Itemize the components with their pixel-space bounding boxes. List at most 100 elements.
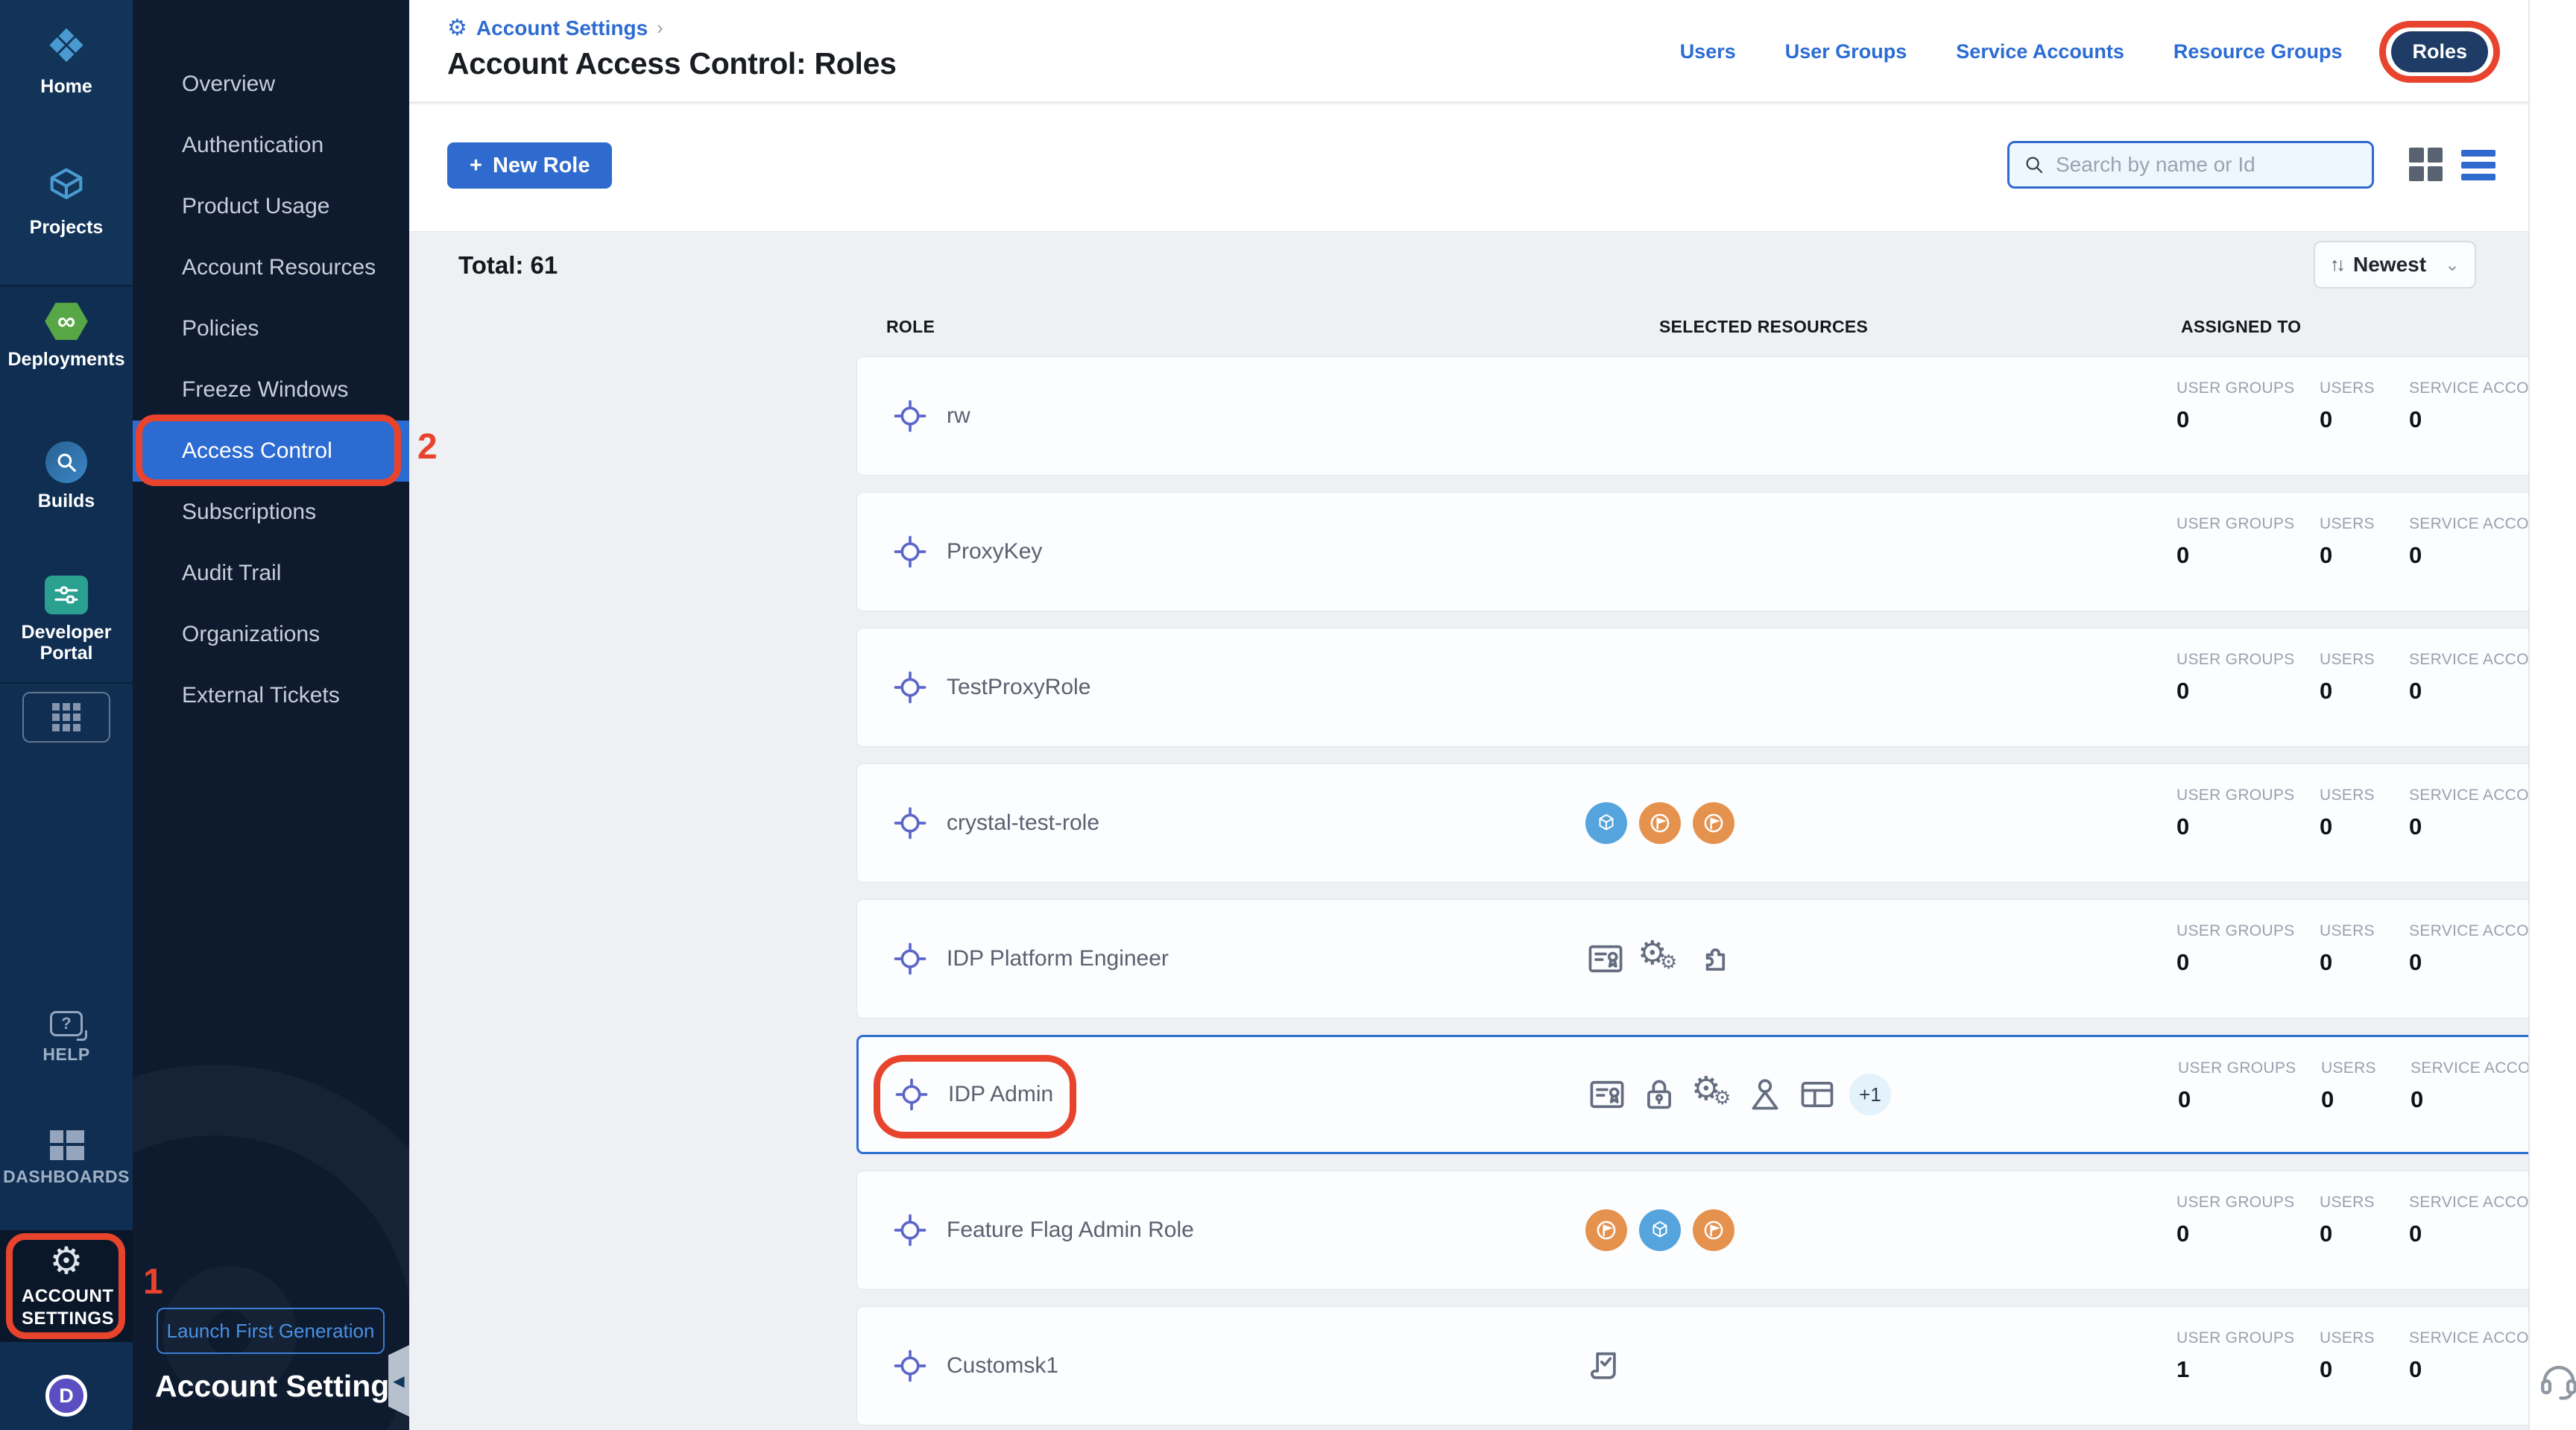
assigned-to-cell: USER GROUPS0USERS0SERVICE ACCOUNTS0 <box>2176 764 2576 882</box>
role-crosshair-icon <box>893 806 927 840</box>
role-cell[interactable]: IDP Admin <box>894 1037 1053 1152</box>
sidebar-item-account-resources[interactable]: Account Resources <box>133 237 409 298</box>
assigned-col-label: USER GROUPS <box>2176 787 2295 804</box>
layout-icon <box>1797 1074 1837 1115</box>
assigned-col-value: 0 <box>2176 949 2189 976</box>
role-cell[interactable]: IDP Platform Engineer <box>893 900 1169 1018</box>
role-row[interactable]: Customsk1USER GROUPS1USERS0SERVICE ACCOU… <box>856 1306 2576 1426</box>
tab-service-accounts[interactable]: Service Accounts <box>1956 40 2124 63</box>
assigned-col-value: 0 <box>2320 406 2332 433</box>
role-row[interactable]: TestProxyRoleUSER GROUPS0USERS0SERVICE A… <box>856 628 2576 747</box>
plus-icon: + <box>470 154 482 178</box>
nav-dashboards-label: DASHBOARDS <box>3 1166 130 1187</box>
role-name: Feature Flag Admin Role <box>947 1218 1194 1243</box>
role-cell[interactable]: Customsk1 <box>893 1307 1058 1425</box>
chevron-right-icon: › <box>657 16 663 40</box>
sidebar-item-audit-trail[interactable]: Audit Trail <box>133 543 409 604</box>
flag-badge-icon <box>1693 802 1734 844</box>
role-cell[interactable]: Feature Flag Admin Role <box>893 1171 1194 1289</box>
nav-home[interactable]: ❖ Home <box>0 25 133 97</box>
breadcrumb-label[interactable]: Account Settings <box>476 16 648 40</box>
cube-badge-icon <box>1639 1209 1681 1251</box>
right-gutter <box>2528 0 2576 1430</box>
module-grid-icon <box>52 703 80 731</box>
role-row[interactable]: IDP Platform Engineer⚙⚙USER GROUPS0USERS… <box>856 899 2576 1018</box>
sidebar-item-overview[interactable]: Overview <box>133 54 409 115</box>
support-headset-icon[interactable] <box>2537 1358 2576 1405</box>
sidebar-item-organizations[interactable]: Organizations <box>133 604 409 665</box>
roles-list: rwUSER GROUPS0USERS0SERVICE ACCOUNTS0⋮ Pr… <box>856 356 2576 1430</box>
tab-users[interactable]: Users <box>1680 40 1736 63</box>
sidebar-item-freeze-windows[interactable]: Freeze Windows <box>133 359 409 421</box>
assigned-to-cell: USER GROUPS0USERS0SERVICE ACCOUNTS0 <box>2176 493 2576 611</box>
role-row[interactable]: IDP Admin ⚙⚙ +1 USER GROUPS0USERS0SERVICE A… <box>856 1035 2576 1154</box>
nav-deployments[interactable]: ∞ Deployments <box>0 301 133 370</box>
assigned-col-value: 0 <box>2411 1086 2423 1113</box>
role-row[interactable]: Feature Flag Admin RoleUSER GROUPS0USERS… <box>856 1171 2576 1290</box>
column-header-selected-resources: SELECTED RESOURCES <box>1659 317 1868 337</box>
search-icon <box>2023 154 2045 176</box>
nav-dashboards[interactable]: DASHBOARDS <box>0 1130 133 1187</box>
nav-divider <box>0 682 133 684</box>
flag-badge-icon <box>1693 1209 1734 1251</box>
gear-icon: ⚙ <box>447 15 467 41</box>
role-row[interactable]: crystal-test-role USER GROUPS0USERS0SERVI… <box>856 763 2576 883</box>
sidebar-item-external-tickets[interactable]: External Tickets <box>133 665 409 726</box>
projects-icon <box>45 163 88 210</box>
tab-roles[interactable]: Roles <box>2391 31 2488 72</box>
assigned-col-value: 0 <box>2178 1086 2191 1113</box>
nav-developer-portal[interactable]: Developer Portal <box>0 576 133 664</box>
selected-resources-cell: ⚙⚙ +1 <box>1587 1037 1891 1152</box>
list-view-toggle[interactable] <box>2461 148 2496 182</box>
sort-dropdown[interactable]: ↑↓ Newest ⌄ <box>2314 241 2476 289</box>
grid-view-toggle[interactable] <box>2409 148 2443 182</box>
sidebar-item-subscriptions[interactable]: Subscriptions <box>133 482 409 543</box>
assigned-col-value: 0 <box>2320 1356 2332 1383</box>
certificate-icon <box>1585 939 1626 979</box>
role-cell[interactable]: crystal-test-role <box>893 764 1099 882</box>
column-header-assigned-to: ASSIGNED TO <box>2181 317 2301 337</box>
assigned-col-label: USER GROUPS <box>2176 1329 2295 1347</box>
tab-resource-groups[interactable]: Resource Groups <box>2174 40 2343 63</box>
sidebar-item-policies[interactable]: Policies <box>133 298 409 359</box>
assigned-col-value: 0 <box>2409 406 2422 433</box>
role-row[interactable]: rwUSER GROUPS0USERS0SERVICE ACCOUNTS0⋮ <box>856 356 2576 476</box>
role-cell[interactable]: ProxyKey <box>893 493 1042 611</box>
avatar[interactable]: D <box>45 1375 87 1417</box>
search-box[interactable] <box>2007 141 2374 189</box>
role-cell[interactable]: TestProxyRole <box>893 629 1090 746</box>
breadcrumb[interactable]: ⚙ Account Settings › <box>447 15 663 41</box>
nav-projects[interactable]: Projects <box>0 163 133 238</box>
nav-developer-portal-label: Developer Portal <box>10 622 122 664</box>
sidebar-item-authentication[interactable]: Authentication <box>133 115 409 176</box>
assigned-col-label: USERS <box>2320 1329 2375 1347</box>
nav-builds[interactable]: Builds <box>0 441 133 511</box>
flag-badge-icon <box>1585 1209 1627 1251</box>
overflow-count-badge: +1 <box>1849 1074 1891 1115</box>
role-row[interactable]: ProxyKey USER GROUPS0USERS0SERVICE ACCOUN… <box>856 492 2576 611</box>
total-count: Total: 61 <box>458 251 558 280</box>
tab-user-groups[interactable]: User Groups <box>1785 40 1907 63</box>
sort-label: Newest <box>2353 253 2434 277</box>
sidebar-item-access-control[interactable]: Access Control <box>133 421 409 482</box>
nav-account-settings[interactable]: ⚙ ACCOUNT SETTINGS <box>0 1230 133 1342</box>
module-grid-button[interactable] <box>22 692 110 743</box>
role-name: ProxyKey <box>947 539 1042 564</box>
settings-sidebar: OverviewAuthenticationProduct UsageAccou… <box>133 0 409 1430</box>
selected-resources-cell <box>1585 1171 1734 1289</box>
sidebar-collapse-handle[interactable]: ◀ <box>388 1345 409 1417</box>
assigned-col-value: 0 <box>2176 678 2189 705</box>
assigned-to-cell: USER GROUPS0USERS0SERVICE ACCOUNTS0 <box>2178 1037 2576 1152</box>
assigned-col-label: USER GROUPS <box>2176 651 2295 669</box>
new-role-button[interactable]: + New Role <box>447 142 612 189</box>
toolbar: + New Role <box>409 104 2576 232</box>
role-name: IDP Admin <box>948 1082 1053 1107</box>
sidebar-item-product-usage[interactable]: Product Usage <box>133 176 409 237</box>
assigned-col-label: USERS <box>2320 1194 2375 1212</box>
gear-icon: ⚙ <box>50 1242 83 1279</box>
nav-help[interactable]: ? HELP <box>0 1011 133 1065</box>
role-cell[interactable]: rw <box>893 357 970 475</box>
gears-icon: ⚙⚙ <box>1691 1074 1733 1115</box>
launch-first-generation-button[interactable]: Launch First Generation <box>157 1308 385 1354</box>
search-input[interactable] <box>2056 153 2358 177</box>
